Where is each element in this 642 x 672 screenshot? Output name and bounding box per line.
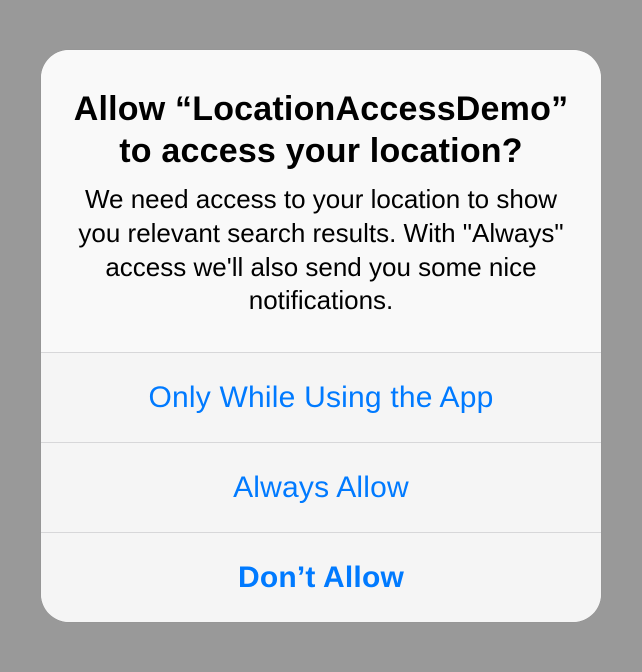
only-while-using-app-button[interactable]: Only While Using the App: [41, 352, 601, 442]
alert-message: We need access to your location to show …: [73, 183, 569, 318]
dont-allow-button[interactable]: Don’t Allow: [41, 532, 601, 622]
alert-header: Allow “LocationAccessDemo” to access you…: [41, 50, 601, 352]
alert-actions: Only While Using the App Always Allow Do…: [41, 352, 601, 622]
always-allow-button[interactable]: Always Allow: [41, 442, 601, 532]
location-permission-alert: Allow “LocationAccessDemo” to access you…: [41, 50, 601, 622]
alert-title: Allow “LocationAccessDemo” to access you…: [73, 88, 569, 173]
